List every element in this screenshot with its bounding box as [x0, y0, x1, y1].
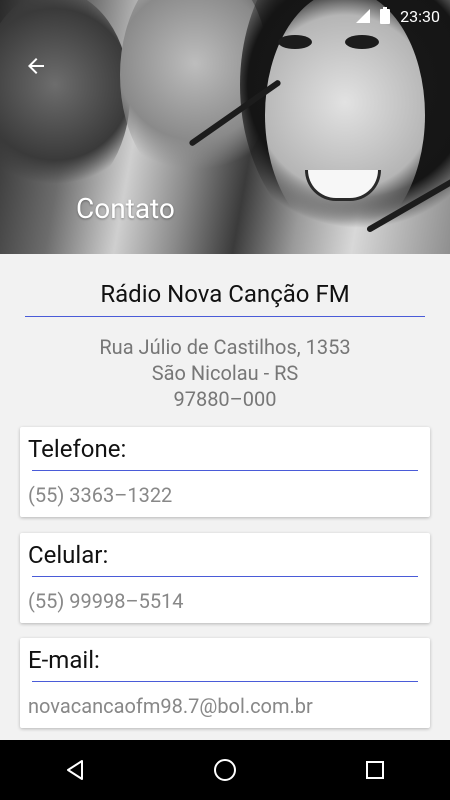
email-card[interactable]: E-mail: novacancaofm98.7@bol.com.br [20, 638, 430, 728]
status-bar: 23:30 [0, 0, 450, 32]
nav-home-button[interactable] [195, 740, 255, 800]
station-address: Rua Júlio de Castilhos, 1353 São Nicolau… [0, 334, 450, 412]
nav-recents-button[interactable] [345, 740, 405, 800]
address-zip: 97880–000 [173, 387, 277, 411]
address-city: São Nicolau - RS [151, 361, 299, 385]
email-divider [32, 681, 418, 682]
mobile-divider [32, 576, 418, 577]
station-name: Rádio Nova Canção FM [100, 280, 350, 308]
mobile-card[interactable]: Celular: (55) 99998–5514 [20, 533, 430, 623]
address-street: Rua Júlio de Castilhos, 1353 [99, 335, 351, 359]
square-recents-icon [366, 761, 384, 779]
phone-value[interactable]: (55) 3363–1322 [28, 483, 172, 507]
phone-label: Telefone: [28, 435, 127, 463]
mobile-label: Celular: [28, 541, 109, 569]
battery-icon [380, 6, 391, 24]
mobile-value[interactable]: (55) 99998–5514 [28, 589, 184, 613]
nav-back-button[interactable] [45, 740, 105, 800]
arrow-left-icon [28, 58, 44, 74]
system-navigation-bar [0, 740, 450, 800]
signal-icon [356, 9, 371, 23]
email-label: E-mail: [28, 646, 100, 674]
title-divider [25, 316, 425, 317]
header-photo-eye [345, 35, 379, 49]
contact-content: Rádio Nova Canção FM Rua Júlio de Castil… [0, 254, 450, 740]
triangle-back-icon [67, 760, 83, 780]
phone-card[interactable]: Telefone: (55) 3363–1322 [20, 427, 430, 517]
header-photo-eye [278, 35, 312, 49]
header-banner: 23:30 Contato [0, 0, 450, 254]
email-value[interactable]: novacancaofm98.7@bol.com.br [28, 694, 313, 718]
phone-divider [32, 470, 418, 471]
page-title: Contato [76, 192, 175, 225]
circle-home-icon [214, 759, 236, 781]
status-time: 23:30 [400, 6, 440, 26]
back-button[interactable] [20, 50, 52, 82]
